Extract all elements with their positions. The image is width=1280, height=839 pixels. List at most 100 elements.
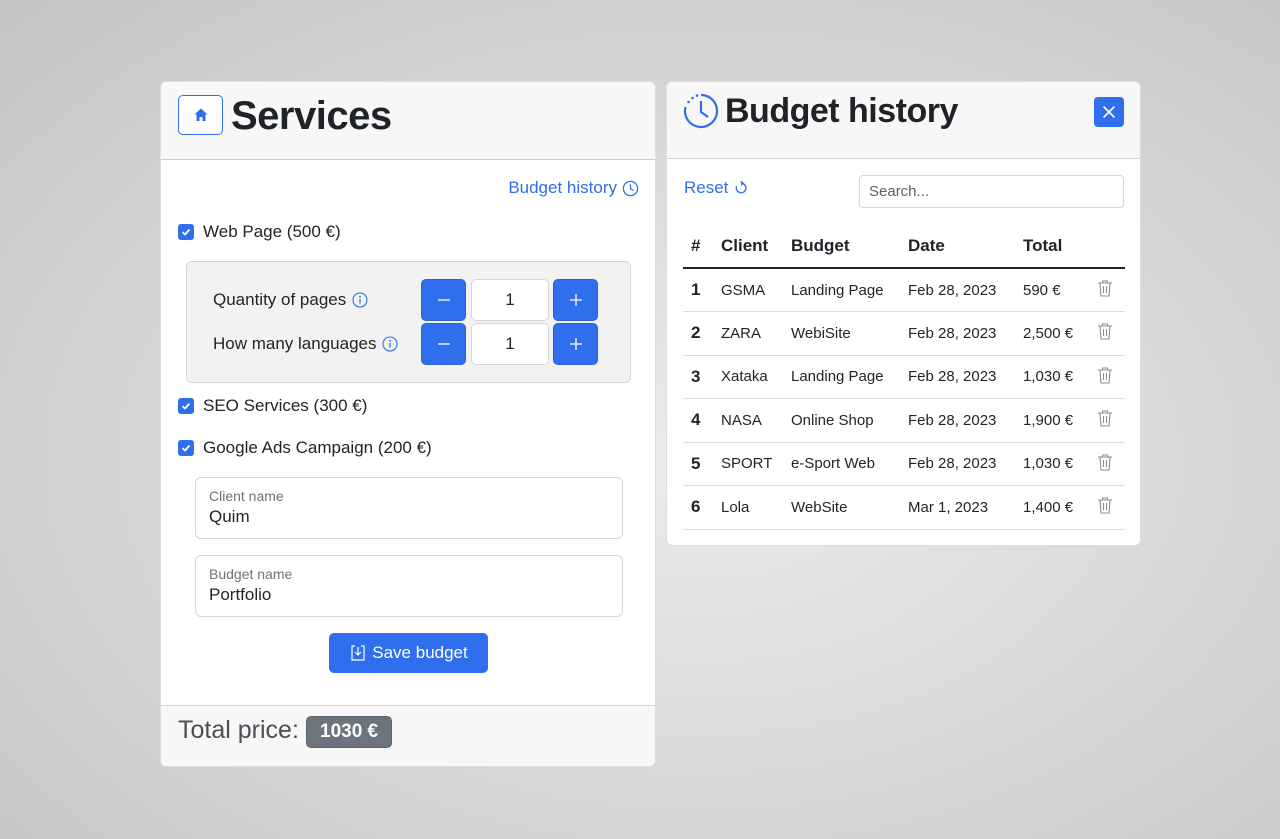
- row-number: 6: [683, 485, 721, 530]
- languages-increment-button[interactable]: [553, 323, 598, 365]
- history-title: Budget history: [725, 92, 958, 130]
- history-header: Budget history: [667, 82, 1140, 159]
- client-name-input[interactable]: Quim: [209, 507, 250, 527]
- trash-icon[interactable]: [1097, 496, 1113, 514]
- delete-button[interactable]: [1097, 398, 1125, 443]
- info-icon[interactable]: [352, 292, 368, 308]
- trash-icon[interactable]: [1097, 409, 1113, 427]
- budget-history-link[interactable]: Budget history: [508, 178, 639, 198]
- ads-checkbox[interactable]: [178, 440, 194, 456]
- check-icon: [181, 402, 191, 410]
- row-number: 1: [683, 268, 721, 312]
- row-date: Feb 28, 2023: [908, 268, 1023, 312]
- search-input[interactable]: [859, 175, 1124, 208]
- delete-button[interactable]: [1097, 355, 1125, 399]
- services-footer: Total price: 1030 €: [161, 705, 655, 766]
- reset-link[interactable]: Reset: [684, 178, 748, 198]
- row-date: Feb 28, 2023: [908, 355, 1023, 399]
- table-row: 5 SPORT e-Sport Web Feb 28, 2023 1,030 €: [683, 442, 1125, 486]
- row-client: Lola: [721, 485, 791, 530]
- seo-label: SEO Services (300 €): [203, 396, 368, 415]
- row-total: 590 €: [1023, 268, 1097, 312]
- trash-icon[interactable]: [1097, 453, 1113, 471]
- history-table: # Client Budget Date Total 1 GSMA Landin…: [683, 225, 1125, 530]
- web-page-options-panel: Quantity of pages 1 How many languages 1: [186, 261, 631, 383]
- check-icon: [181, 228, 191, 236]
- delete-button[interactable]: [1097, 442, 1125, 486]
- clock-icon: [683, 93, 719, 134]
- seo-checkbox[interactable]: [178, 398, 194, 414]
- row-date: Mar 1, 2023: [908, 485, 1023, 530]
- save-budget-button[interactable]: Save budget: [329, 633, 488, 673]
- seo-option[interactable]: SEO Services (300 €): [178, 396, 367, 416]
- web-page-option[interactable]: Web Page (500 €): [178, 222, 341, 242]
- row-budget: WebiSite: [791, 311, 908, 356]
- table-row: 3 Xataka Landing Page Feb 28, 2023 1,030…: [683, 355, 1125, 399]
- row-total: 1,900 €: [1023, 398, 1097, 443]
- languages-decrement-button[interactable]: [421, 323, 466, 365]
- row-total: 1,400 €: [1023, 485, 1097, 530]
- delete-button[interactable]: [1097, 268, 1125, 312]
- web-page-checkbox[interactable]: [178, 224, 194, 240]
- services-card: Services Budget history Web Page (500 €)…: [160, 81, 656, 767]
- col-header-total[interactable]: Total: [1023, 225, 1097, 269]
- pages-decrement-button[interactable]: [421, 279, 466, 321]
- row-budget: e-Sport Web: [791, 442, 908, 486]
- row-client: Xataka: [721, 355, 791, 399]
- client-name-field[interactable]: Client name Quim: [195, 477, 623, 539]
- page-title: Services: [231, 94, 392, 138]
- row-number: 4: [683, 398, 721, 443]
- pages-increment-button[interactable]: [553, 279, 598, 321]
- row-number: 2: [683, 311, 721, 356]
- budget-name-label: Budget name: [209, 566, 293, 582]
- row-date: Feb 28, 2023: [908, 311, 1023, 356]
- delete-button[interactable]: [1097, 485, 1125, 530]
- trash-icon[interactable]: [1097, 322, 1113, 340]
- col-header-number[interactable]: #: [683, 225, 721, 269]
- row-client: ZARA: [721, 311, 791, 356]
- minus-icon: [437, 299, 450, 301]
- delete-button[interactable]: [1097, 311, 1125, 356]
- table-row: 4 NASA Online Shop Feb 28, 2023 1,900 €: [683, 398, 1125, 443]
- languages-row: How many languages 1: [187, 323, 630, 365]
- check-icon: [181, 444, 191, 452]
- col-header-budget[interactable]: Budget: [791, 225, 908, 269]
- plus-icon: [569, 294, 582, 306]
- download-icon: [349, 644, 367, 662]
- budget-name-input[interactable]: Portfolio: [209, 585, 271, 605]
- trash-icon[interactable]: [1097, 366, 1113, 384]
- budget-name-field[interactable]: Budget name Portfolio: [195, 555, 623, 617]
- home-button[interactable]: [178, 95, 223, 135]
- ads-option[interactable]: Google Ads Campaign (200 €): [178, 438, 432, 458]
- col-header-client[interactable]: Client: [721, 225, 791, 269]
- budget-history-card: Budget history Reset # Client Budget Dat…: [666, 81, 1141, 546]
- languages-label-wrap: How many languages: [213, 334, 399, 354]
- close-button[interactable]: [1094, 97, 1124, 127]
- trash-icon[interactable]: [1097, 279, 1113, 297]
- row-budget: Landing Page: [791, 268, 908, 312]
- row-total: 1,030 €: [1023, 442, 1097, 486]
- languages-quantity-input[interactable]: 1: [471, 323, 549, 365]
- save-budget-label: Save budget: [372, 643, 468, 662]
- row-number: 3: [683, 355, 721, 399]
- table-row: 2 ZARA WebiSite Feb 28, 2023 2,500 €: [683, 311, 1125, 356]
- col-header-actions: [1097, 225, 1125, 269]
- row-total: 1,030 €: [1023, 355, 1097, 399]
- row-budget: Landing Page: [791, 355, 908, 399]
- total-price-badge: 1030 €: [306, 716, 393, 748]
- pages-quantity-input[interactable]: 1: [471, 279, 549, 321]
- row-date: Feb 28, 2023: [908, 442, 1023, 486]
- pages-label-wrap: Quantity of pages: [213, 290, 368, 310]
- refresh-icon: [734, 181, 748, 195]
- row-date: Feb 28, 2023: [908, 398, 1023, 443]
- row-total: 2,500 €: [1023, 311, 1097, 356]
- col-header-date[interactable]: Date: [908, 225, 1023, 269]
- client-name-label: Client name: [209, 488, 284, 504]
- info-icon[interactable]: [382, 336, 399, 352]
- row-client: GSMA: [721, 268, 791, 312]
- services-header: Services: [161, 82, 655, 160]
- table-row: 6 Lola WebSite Mar 1, 2023 1,400 €: [683, 485, 1125, 530]
- clock-icon: [622, 180, 639, 197]
- web-page-label: Web Page (500 €): [203, 222, 341, 241]
- table-row: 1 GSMA Landing Page Feb 28, 2023 590 €: [683, 268, 1125, 312]
